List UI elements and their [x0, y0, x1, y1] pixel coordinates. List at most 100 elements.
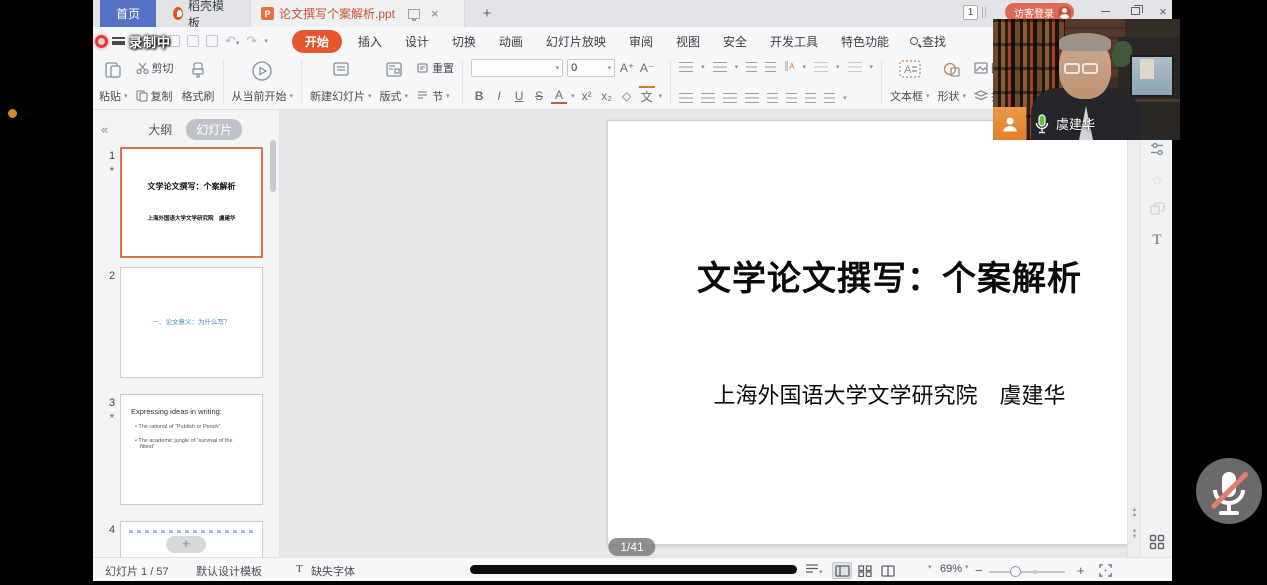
- object-properties-icon[interactable]: [1141, 142, 1173, 161]
- find-button[interactable]: 查找: [910, 33, 946, 50]
- present-monitor-icon[interactable]: [408, 9, 420, 19]
- justify-icon[interactable]: [745, 93, 759, 103]
- paragraph-spacing-icon[interactable]: [786, 93, 797, 103]
- font-size-combo[interactable]: 0▾: [567, 59, 615, 77]
- zoom-out-button[interactable]: −: [975, 563, 983, 578]
- tab-close-icon[interactable]: ×: [431, 6, 439, 21]
- menu-transitions[interactable]: 切换: [445, 30, 483, 53]
- bold-button[interactable]: B: [471, 89, 487, 103]
- numbering-icon[interactable]: [713, 62, 727, 72]
- align-left-icon[interactable]: [679, 93, 693, 103]
- slide-grid-icon[interactable]: [1141, 534, 1173, 555]
- tab-docer-template[interactable]: 稻壳模板: [163, 0, 235, 27]
- menu-devtools[interactable]: 开发工具: [763, 30, 825, 53]
- zoom-slider-knob[interactable]: [1010, 566, 1021, 577]
- menu-start[interactable]: 开始: [292, 30, 342, 53]
- slide-thumbnail-1[interactable]: 文学论文撰写：个案解析 上海外国语大学文学研究院 虞建华: [120, 147, 263, 258]
- clear-format-button[interactable]: ◇: [619, 89, 635, 103]
- menu-design[interactable]: 设计: [398, 30, 436, 53]
- recorder-dot-icon[interactable]: [8, 109, 17, 118]
- text-pane-icon[interactable]: T: [1141, 232, 1173, 249]
- font-color-button[interactable]: A: [551, 88, 567, 104]
- tab-document[interactable]: P 论文撰写个案解析.ppt ×: [250, 0, 465, 27]
- notes-icon[interactable]: ▾: [805, 563, 823, 577]
- reading-view-button[interactable]: [878, 562, 898, 579]
- decrease-spacing-icon[interactable]: [824, 93, 835, 103]
- distribute-horizontal-icon[interactable]: [767, 93, 778, 103]
- next-slide-arrows-icon[interactable]: ▼▼: [1130, 530, 1139, 540]
- distribute-icon[interactable]: [848, 62, 862, 72]
- customize-toolbar-icon[interactable]: ▾: [264, 37, 268, 45]
- zoom-in-button[interactable]: +: [1077, 563, 1085, 578]
- participant-avatar[interactable]: [993, 107, 1026, 140]
- text-direction-icon[interactable]: ∥A: [784, 61, 794, 72]
- active-mic-icon[interactable]: [1034, 114, 1050, 134]
- print-icon[interactable]: [187, 35, 199, 47]
- undo-icon[interactable]: ↶▾: [225, 33, 239, 49]
- strikethrough-button[interactable]: S: [531, 89, 547, 103]
- subscript-button[interactable]: x₂: [599, 89, 615, 103]
- copy-button[interactable]: 复制: [136, 88, 174, 104]
- textbox-button[interactable]: A 文本框▾: [890, 60, 930, 104]
- reset-button[interactable]: 重置: [416, 60, 454, 76]
- grow-font-button[interactable]: A⁺: [619, 61, 635, 75]
- output-icon[interactable]: [168, 35, 180, 47]
- print-preview-icon[interactable]: [206, 35, 218, 47]
- zoom-level-caret[interactable]: ▾: [965, 563, 969, 571]
- redo-icon[interactable]: ↷: [246, 33, 257, 49]
- indent-increase-icon[interactable]: [765, 62, 776, 72]
- workspace-scrollbar[interactable]: ▲▲ ▼▼: [1127, 110, 1140, 557]
- tab-outline[interactable]: 大纲: [148, 121, 172, 138]
- new-slide-button[interactable]: 新建幻灯片▾: [310, 60, 372, 104]
- menu-animations[interactable]: 动画: [492, 30, 530, 53]
- message-count-badge[interactable]: 1: [963, 5, 978, 20]
- tab-home[interactable]: 首页: [100, 0, 156, 27]
- zoom-slider-track[interactable]: [989, 571, 1065, 573]
- menu-slideshow[interactable]: 幻灯片放映: [539, 30, 613, 53]
- align-center-icon[interactable]: [701, 93, 715, 103]
- effects-star-icon[interactable]: ☆: [1141, 172, 1173, 189]
- indent-decrease-icon[interactable]: [746, 62, 757, 72]
- menu-view[interactable]: 视图: [669, 30, 707, 53]
- missing-font-label[interactable]: 缺失字体: [311, 563, 355, 579]
- cut-button[interactable]: 剪切: [136, 60, 174, 76]
- collapse-panel-button[interactable]: «: [101, 122, 108, 137]
- section-button[interactable]: 节▾: [416, 88, 454, 104]
- format-painter-button[interactable]: 格式刷: [182, 60, 215, 104]
- menu-special-features[interactable]: 特色功能: [834, 30, 896, 53]
- bullets-icon[interactable]: [679, 62, 693, 72]
- font-color-caret[interactable]: ▾: [571, 92, 575, 100]
- menu-insert[interactable]: 插入: [351, 30, 389, 53]
- slide-thumbnail-2[interactable]: 一、论文意义：为什么写？: [120, 267, 263, 378]
- panel-scrollbar[interactable]: [270, 140, 276, 192]
- layout-button[interactable]: 版式▾: [380, 60, 409, 104]
- menu-security[interactable]: 安全: [716, 30, 754, 53]
- microphone-muted-button[interactable]: [1195, 457, 1263, 525]
- shrink-font-button[interactable]: A⁻: [639, 61, 655, 75]
- increase-spacing-icon[interactable]: [805, 93, 816, 103]
- template-name[interactable]: 默认设计模板: [196, 563, 262, 579]
- previous-slide-arrows-icon[interactable]: ▲▲: [1130, 508, 1139, 518]
- italic-button[interactable]: I: [491, 89, 507, 103]
- slide-thumbnail-3[interactable]: Expressing ideas in writing: • The ratio…: [120, 394, 263, 505]
- play-from-current-button[interactable]: 从当前开始▾: [232, 60, 294, 104]
- selection-pane-icon[interactable]: [1141, 202, 1173, 220]
- font-name-combo[interactable]: ▾: [471, 59, 563, 77]
- slide-canvas[interactable]: 文学论文撰写：个案解析 上海外国语大学文学研究院 虞建华: [607, 120, 1172, 545]
- zoom-level-label[interactable]: 69%: [940, 563, 962, 575]
- fit-to-window-icon[interactable]: [1099, 564, 1112, 580]
- char-tool-caret[interactable]: ▾: [659, 92, 663, 100]
- line-spacing-icon[interactable]: [814, 62, 828, 72]
- add-slide-button[interactable]: +: [166, 536, 206, 553]
- new-tab-button[interactable]: +: [475, 0, 499, 27]
- char-tool-button[interactable]: 文: [639, 86, 655, 105]
- paste-button[interactable]: 粘贴▾: [99, 60, 128, 104]
- underline-button[interactable]: U: [511, 89, 527, 103]
- shapes-button[interactable]: 形状▾: [938, 60, 967, 104]
- statusbar-options-caret[interactable]: ▾: [928, 563, 932, 571]
- save-icon[interactable]: [149, 35, 161, 47]
- tab-slides[interactable]: 幻灯片: [186, 119, 242, 140]
- align-right-icon[interactable]: [723, 93, 737, 103]
- normal-view-button[interactable]: [832, 562, 852, 579]
- slide-sorter-view-button[interactable]: [855, 562, 875, 579]
